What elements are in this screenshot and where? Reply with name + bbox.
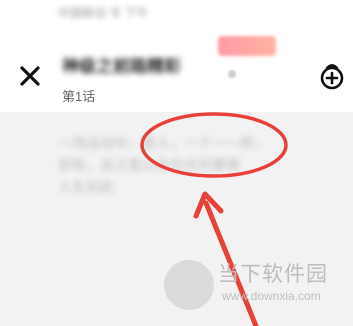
episode-label: 第1话	[62, 89, 96, 104]
decorative-dot	[228, 70, 236, 78]
watermark: 当下软件园 www.downxia.com	[150, 250, 350, 320]
status-bar-text: 中国移动 令 下午	[58, 6, 149, 20]
watermark-logo-icon	[164, 260, 214, 310]
watermark-title: 当下软件园	[218, 263, 328, 286]
chapter-title: 神级之前路精彩	[62, 57, 181, 76]
badge	[218, 36, 276, 56]
close-button[interactable]	[16, 62, 44, 90]
tip-add-button[interactable]	[316, 60, 348, 92]
content-line: 一场运动中，某人，一个一一样，	[58, 135, 268, 151]
tip-add-icon	[320, 64, 344, 90]
chapter-content: 一场运动中，某人，一个一一样， 却有，总之是以在在任何事情 人生如此	[58, 132, 318, 198]
reader-header: 中国移动 令 下午 神级之前路精彩 第1话	[0, 0, 353, 112]
watermark-url: www.downxia.com	[222, 289, 321, 303]
content-line: 人生如此	[58, 179, 114, 195]
close-icon	[20, 66, 40, 86]
content-line: 却有，总之是以在在任何事情	[58, 157, 240, 173]
